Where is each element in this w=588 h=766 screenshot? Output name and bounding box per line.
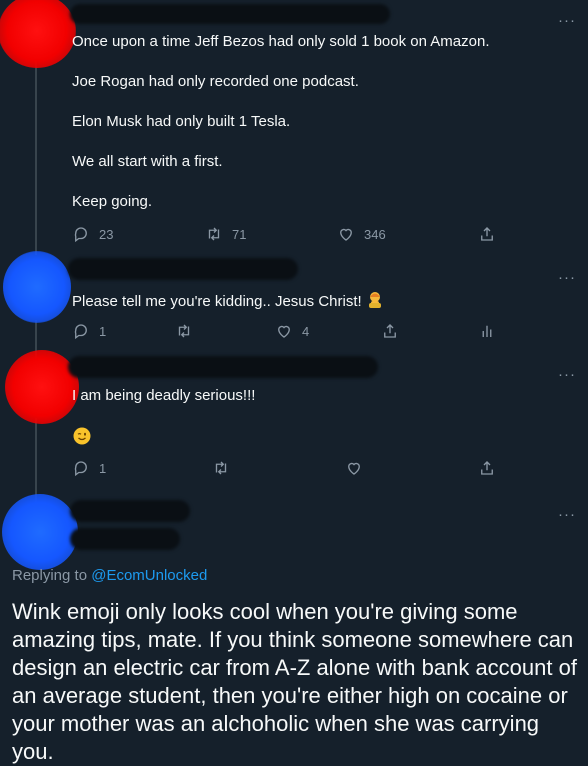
avatar[interactable] (5, 350, 79, 424)
like-count: 4 (302, 323, 310, 339)
replying-to: Replying to @EcomUnlocked (12, 567, 207, 584)
redacted-author-name (70, 4, 390, 24)
reply-text: Wink emoji only looks cool when you're g… (12, 599, 577, 764)
reply-count: 1 (99, 460, 107, 476)
replying-to-label: Replying to (12, 567, 88, 584)
retweet-button[interactable]: 71 (205, 225, 246, 243)
more-icon[interactable]: ··· (558, 270, 576, 285)
reply-button[interactable]: 23 (72, 225, 113, 243)
avatar[interactable] (2, 494, 78, 570)
like-button[interactable]: 4 (275, 322, 309, 340)
tweet-text-line: We all start with a first. (72, 153, 223, 170)
retweet-button[interactable] (175, 322, 193, 340)
like-count: 346 (364, 226, 386, 242)
thread-line (35, 40, 37, 255)
retweet-icon (215, 461, 227, 475)
tweet-text-content: Please tell me you're kidding.. Jesus Ch… (72, 293, 362, 310)
analytics-icon (482, 325, 492, 337)
share-icon (481, 461, 493, 475)
reply-button[interactable]: 1 (72, 459, 106, 477)
reply-count: 1 (99, 323, 107, 339)
like-button[interactable]: 346 (337, 225, 386, 243)
like-icon (340, 228, 352, 241)
retweet-icon (178, 324, 190, 338)
share-icon (384, 324, 396, 338)
like-icon (278, 325, 290, 338)
more-icon[interactable]: ··· (558, 13, 576, 28)
tweet-text: I am being deadly serious!!! (72, 387, 256, 404)
redacted-author-handle (70, 528, 180, 550)
retweet-button[interactable] (212, 459, 230, 477)
mention-link[interactable]: @EcomUnlocked (91, 567, 207, 584)
avatar[interactable] (3, 251, 71, 323)
reply-button[interactable]: 1 (72, 322, 106, 340)
share-button[interactable] (381, 322, 399, 340)
redacted-author-name (68, 356, 378, 378)
tweet-text-line: Keep going. (72, 193, 153, 210)
like-button[interactable] (345, 459, 363, 477)
retweet-count: 71 (232, 226, 247, 242)
tweet-text-line: Elon Musk had only built 1 Tesla. (72, 113, 291, 130)
facepalm-emoji (366, 290, 384, 313)
share-button[interactable] (478, 225, 496, 243)
reply-icon (74, 324, 87, 340)
tweet-text-line: Joe Rogan had only recorded one podcast. (72, 73, 359, 90)
reply-icon (74, 227, 87, 243)
like-icon (348, 462, 360, 475)
more-icon[interactable]: ··· (558, 367, 576, 382)
redacted-author-name (70, 500, 190, 522)
share-icon (481, 227, 493, 241)
redacted-author-name (68, 258, 298, 280)
reply-icon (74, 461, 87, 477)
avatar[interactable] (0, 0, 76, 68)
retweet-icon (208, 227, 220, 241)
analytics-button[interactable] (478, 322, 496, 340)
share-button[interactable] (478, 459, 496, 477)
reply-count: 23 (99, 226, 114, 242)
tweet-text-line: Once upon a time Jeff Bezos had only sol… (72, 33, 490, 50)
tweet-text: Please tell me you're kidding.. Jesus Ch… (72, 290, 384, 313)
wink-emoji (73, 427, 91, 450)
more-icon[interactable]: ··· (558, 507, 576, 522)
